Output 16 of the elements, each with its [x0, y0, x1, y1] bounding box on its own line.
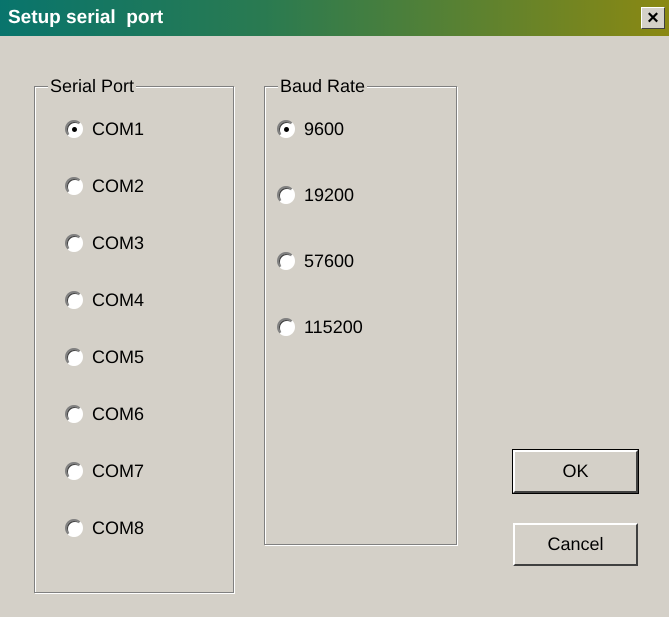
radio-option[interactable]: 57600	[277, 250, 456, 272]
radio-option[interactable]: COM3	[65, 232, 233, 254]
close-button[interactable]: ×	[641, 7, 665, 29]
radio-option[interactable]: COM4	[65, 289, 233, 311]
radio-option[interactable]: COM1	[65, 118, 233, 140]
window-title: Setup serial port	[8, 7, 164, 29]
radio-option[interactable]: 9600	[277, 118, 456, 140]
radio-option[interactable]: COM8	[65, 517, 233, 539]
radio-option[interactable]: 19200	[277, 184, 456, 206]
radio-option[interactable]: COM5	[65, 346, 233, 368]
radio-option[interactable]: COM7	[65, 460, 233, 482]
radio-option[interactable]: COM2	[65, 175, 233, 197]
dialog-button[interactable]: OK	[513, 450, 638, 493]
radio-option[interactable]: COM6	[65, 403, 233, 425]
radio-option[interactable]: 115200	[277, 316, 456, 338]
dialog-button[interactable]: Cancel	[513, 523, 638, 566]
